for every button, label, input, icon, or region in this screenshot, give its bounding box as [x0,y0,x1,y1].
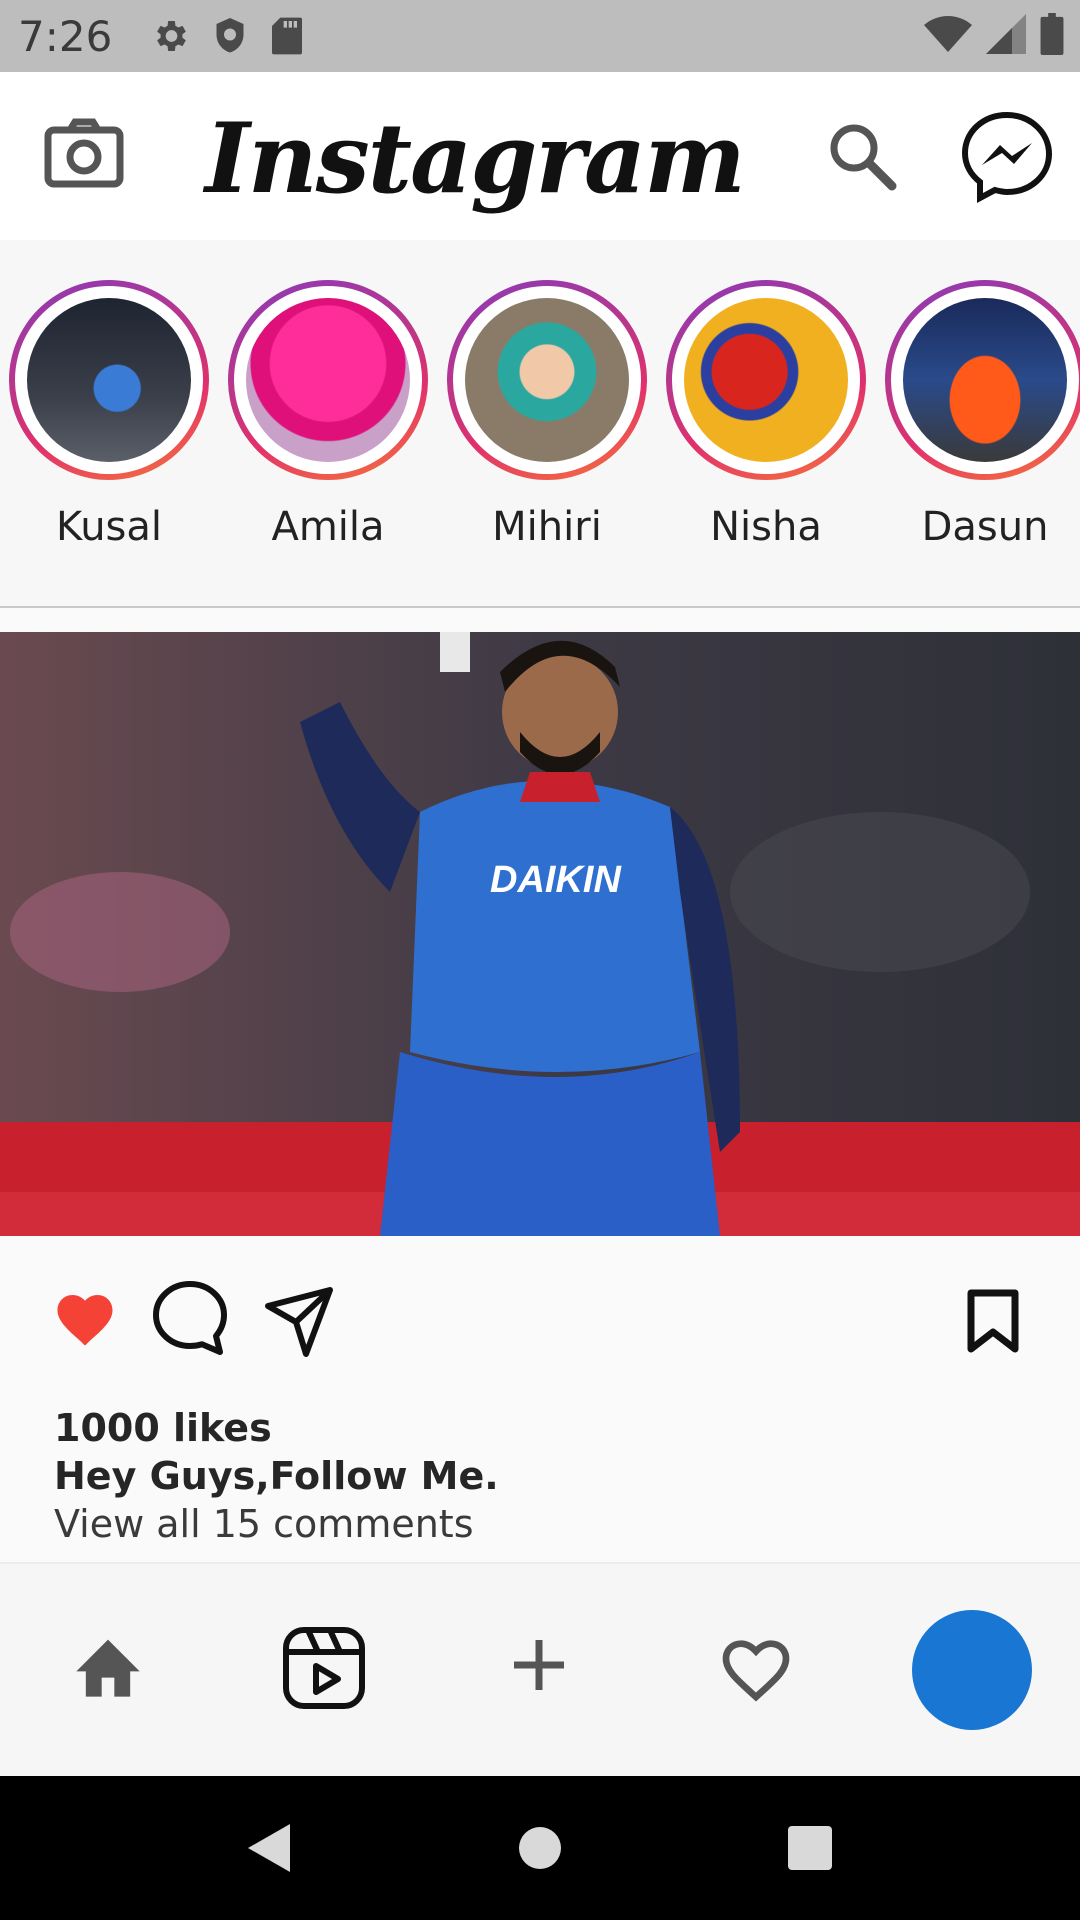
story-name: Kusal [55,504,163,550]
app-logo: Instagram [205,102,746,215]
view-comments-link[interactable]: View all 15 comments [54,1500,499,1548]
home-icon[interactable] [70,1630,146,1705]
story-item[interactable]: Dasun [885,280,1080,550]
home-button[interactable] [518,1820,562,1881]
activity-icon[interactable] [716,1630,796,1709]
shield-icon [212,16,248,56]
svg-text:DAIKIN: DAIKIN [490,859,622,901]
post-meta: 1000 likes Hey Guys,Follow Me. View all … [54,1404,499,1548]
like-icon[interactable] [52,1286,118,1353]
story-name: Mihiri [492,504,602,550]
system-navigation [0,1776,1080,1920]
story-name: Nisha [710,504,822,550]
reels-icon[interactable] [282,1626,366,1715]
story-name: Amila [271,504,385,550]
back-button[interactable] [244,1820,294,1881]
add-icon[interactable] [510,1636,568,1699]
story-item[interactable]: Kusal [9,280,209,550]
bookmark-icon[interactable] [966,1288,1020,1359]
stories-divider [0,606,1080,608]
story-item[interactable]: Mihiri [447,280,647,550]
post-image[interactable]: DAIKIN [0,632,1080,1236]
bottom-navigation [0,1562,1080,1778]
status-bar: 7:26 [0,0,1080,72]
likes-count[interactable]: 1000 likes [54,1404,499,1452]
story-avatar [465,298,629,462]
recents-button[interactable] [786,1820,834,1881]
settings-icon [150,16,190,56]
camera-icon[interactable] [44,118,124,193]
share-icon[interactable] [262,1284,336,1363]
stories-bar: Kusal Amila Mihiri Nisha Dasun [0,240,1080,606]
app-header: Instagram [0,72,1080,240]
wifi-icon [924,14,972,59]
sd-card-icon [270,16,304,56]
signal-icon [986,13,1026,59]
search-icon[interactable] [826,120,898,197]
battery-icon [1040,12,1064,60]
story-avatar [27,298,191,462]
story-item[interactable]: Nisha [666,280,866,550]
post-caption: Hey Guys,Follow Me. [54,1454,499,1498]
story-item[interactable]: Amila [228,280,428,550]
comment-icon[interactable] [150,1278,230,1363]
messenger-icon[interactable] [960,110,1054,209]
profile-avatar[interactable] [912,1610,1032,1730]
story-name: Dasun [921,504,1049,550]
story-avatar [903,298,1067,462]
story-avatar [684,298,848,462]
status-time: 7:26 [18,11,113,61]
story-avatar [246,298,410,462]
post-actions [0,1236,1080,1416]
